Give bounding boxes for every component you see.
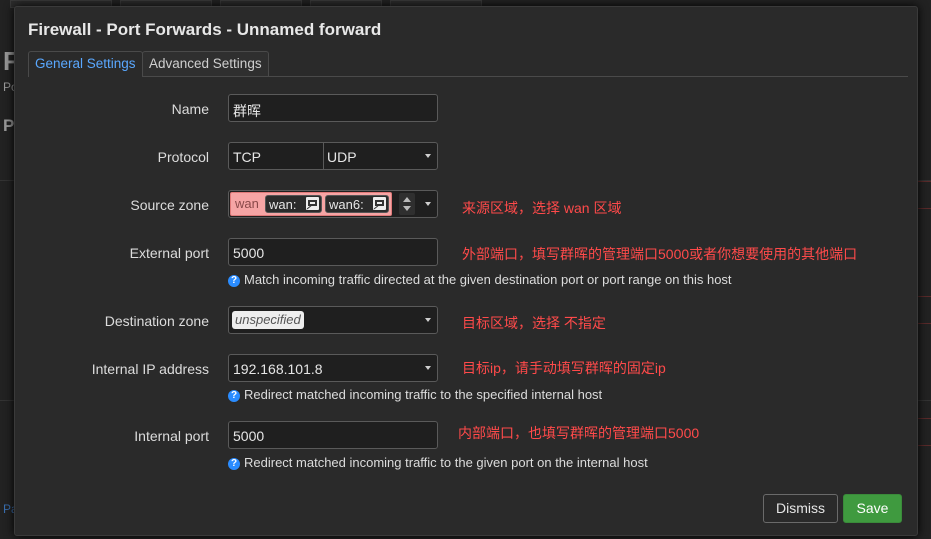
iface-chip-wan: wan: — [265, 195, 322, 213]
bg-section-heading: P — [3, 116, 15, 135]
name-value: 群晖 — [233, 103, 261, 119]
internal-port-input[interactable]: 5000 — [228, 421, 438, 449]
network-port-icon — [306, 197, 319, 210]
external-port-help-text: Match incoming traffic directed at the g… — [244, 272, 732, 287]
annotation-source-zone: 来源区域，选择 wan 区域 — [462, 200, 622, 216]
tab-advanced-settings[interactable]: Advanced Settings — [142, 51, 269, 76]
question-icon: ? — [228, 390, 240, 402]
destination-zone-label: Destination zone — [104, 313, 209, 329]
tab-general-settings[interactable]: General Settings — [28, 51, 143, 77]
external-port-input[interactable]: 5000 — [228, 238, 438, 266]
internal-ip-select[interactable]: 192.168.101.8 — [228, 354, 438, 382]
name-label: Name — [171, 101, 209, 117]
chevron-down-icon — [425, 202, 431, 206]
iface-wan6-label: wan6: — [329, 197, 364, 212]
internal-ip-help: ? Redirect matched incoming traffic to th… — [228, 387, 602, 402]
protocol-divider — [323, 143, 324, 169]
external-port-help: ? Match incoming traffic directed at the … — [228, 272, 732, 287]
internal-port-help: ? Redirect matched incoming traffic to th… — [228, 455, 648, 470]
source-zone-label: Source zone — [130, 197, 209, 213]
internal-ip-label: Internal IP address — [91, 361, 209, 377]
zone-chip-wan: wan — [235, 196, 259, 211]
question-icon: ? — [228, 275, 240, 287]
annotation-internal-port: 内部端口，也填写群晖的管理端口5000 — [458, 425, 700, 441]
external-port-label: External port — [129, 245, 209, 261]
chevron-down-icon[interactable] — [403, 206, 411, 211]
source-zone-select[interactable]: wan wan: wan6: — [228, 190, 438, 218]
protocol-udp: UDP — [327, 149, 357, 165]
scroll-stepper[interactable] — [399, 193, 415, 215]
dismiss-button[interactable]: Dismiss — [763, 494, 838, 523]
iface-wan-label: wan: — [269, 197, 297, 212]
name-input[interactable]: 群晖 — [228, 94, 438, 122]
chevron-down-icon — [425, 318, 431, 322]
destination-zone-select[interactable]: unspecified — [228, 306, 438, 334]
internal-ip-value: 192.168.101.8 — [233, 361, 323, 377]
iface-chip-wan6: wan6: — [325, 195, 389, 213]
save-button[interactable]: Save — [843, 494, 902, 523]
annotation-internal-ip: 目标ip，请手动填写群晖的固定ip — [462, 360, 666, 376]
port-forward-dialog: Firewall - Port Forwards - Unnamed forwa… — [14, 6, 918, 536]
annotation-destination-zone: 目标区域，选择 不指定 — [462, 315, 606, 331]
network-port-icon — [373, 197, 386, 210]
annotation-external-port: 外部端口，填写群晖的管理端口5000或者你想要使用的其他端口 — [462, 246, 858, 262]
internal-port-label: Internal port — [134, 428, 209, 444]
chevron-up-icon[interactable] — [403, 197, 411, 202]
source-zone-chip-group: wan wan: wan6: — [230, 192, 392, 216]
dialog-title: Firewall - Port Forwards - Unnamed forwa… — [28, 20, 382, 39]
internal-port-help-text: Redirect matched incoming traffic to the… — [244, 455, 648, 470]
tab-bar: General Settings Advanced Settings — [28, 51, 908, 77]
protocol-select[interactable]: TCP UDP — [228, 142, 438, 170]
internal-port-value: 5000 — [233, 428, 265, 444]
chevron-down-icon — [425, 154, 431, 158]
question-icon: ? — [228, 458, 240, 470]
chevron-down-icon — [425, 366, 431, 370]
external-port-value: 5000 — [233, 245, 265, 261]
protocol-tcp: TCP — [233, 149, 261, 165]
destination-zone-chip: unspecified — [232, 311, 304, 329]
internal-ip-help-text: Redirect matched incoming traffic to the… — [244, 387, 603, 402]
protocol-label: Protocol — [157, 149, 209, 165]
